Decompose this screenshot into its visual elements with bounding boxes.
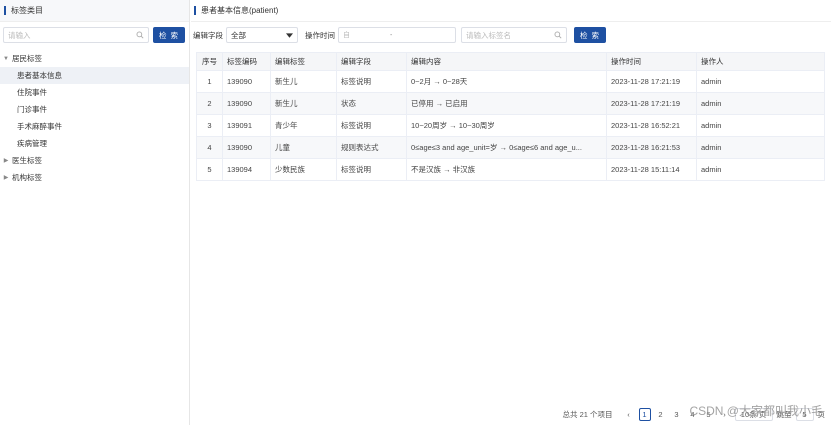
cell-index: 3: [196, 114, 223, 137]
search-icon: [554, 31, 562, 39]
cell-operator: admin: [696, 136, 825, 159]
table-row: 5 139094 少数民族 标签说明 不是汉族 → 非汉族 2023-11-28…: [196, 158, 825, 181]
prev-page-button[interactable]: ‹: [623, 408, 635, 421]
col-field: 编辑字段: [336, 52, 407, 71]
time-range-picker[interactable]: 自 -: [338, 27, 456, 43]
category-search: 请输入 检 索: [0, 22, 189, 48]
table-row: 4 139090 儿童 规则表达式 0≤age≤3 and age_unit=岁…: [196, 136, 825, 159]
category-panel-title: 标签类目: [11, 6, 43, 15]
page-3[interactable]: 3: [671, 408, 683, 421]
cell-operator: admin: [696, 92, 825, 115]
cell-time: 2023-11-28 17:21:19: [606, 70, 697, 93]
tree-item-outpatient[interactable]: 门诊事件: [0, 101, 189, 118]
cell-operator: admin: [696, 70, 825, 93]
col-operator: 操作人: [696, 52, 825, 71]
cell-content: 10~20周岁 → 10~30周岁: [406, 114, 607, 137]
pagination-total: 总共 21 个项目: [562, 410, 613, 419]
time-filter-label: 操作时间: [305, 30, 335, 40]
chevron-down-icon: [286, 32, 293, 38]
table-header-row: 序号 标签编码 编辑标签 编辑字段 编辑内容 操作时间 操作人: [196, 52, 825, 71]
category-search-input[interactable]: 请输入: [3, 27, 149, 43]
cell-tag: 新生儿: [270, 92, 337, 115]
cell-field: 规则表达式: [336, 136, 407, 159]
page-1[interactable]: 1: [638, 408, 651, 421]
table-row: 3 139091 青少年 标签说明 10~20周岁 → 10~30周岁 2023…: [196, 114, 825, 137]
history-panel: 患者基本信息(patient) 编辑字段 全部 操作时间 自 - 请输入标签名 …: [191, 0, 831, 425]
time-range-separator: -: [390, 31, 393, 39]
cell-tag: 少数民族: [270, 158, 337, 181]
history-table: 序号 标签编码 编辑标签 编辑字段 编辑内容 操作时间 操作人 1 139090…: [196, 52, 825, 181]
col-content: 编辑内容: [406, 52, 607, 71]
cell-index: 2: [196, 92, 223, 115]
tree-node-label: 居民标签: [12, 54, 42, 63]
col-tag: 编辑标签: [270, 52, 337, 71]
caret-right-icon: ▶: [3, 158, 9, 164]
cell-code: 139090: [222, 136, 271, 159]
cell-content: 已停用 → 已启用: [406, 92, 607, 115]
tree-node-doctor[interactable]: ▶ 医生标签: [0, 152, 189, 169]
cell-index: 4: [196, 136, 223, 159]
col-index: 序号: [196, 52, 223, 71]
field-select[interactable]: 全部: [226, 27, 298, 43]
cell-index: 5: [196, 158, 223, 181]
cell-content: 不是汉族 → 非汉族: [406, 158, 607, 181]
cell-operator: admin: [696, 158, 825, 181]
cell-content: 0≤age≤3 and age_unit=岁 → 0≤age≤6 and age…: [406, 136, 607, 159]
tree-node-label: 医生标签: [12, 156, 42, 165]
history-panel-title: 患者基本信息(patient): [201, 6, 279, 15]
table-row: 2 139090 新生儿 状态 已停用 → 已启用 2023-11-28 17:…: [196, 92, 825, 115]
title-accent-bar: [194, 6, 196, 15]
cell-time: 2023-11-28 17:21:19: [606, 92, 697, 115]
history-panel-header: 患者基本信息(patient): [191, 0, 831, 22]
category-search-button[interactable]: 检 索: [153, 27, 185, 43]
cell-field: 状态: [336, 92, 407, 115]
tree-item-inpatient[interactable]: 住院事件: [0, 84, 189, 101]
search-icon: [136, 31, 144, 39]
cell-field: 标签说明: [336, 158, 407, 181]
category-tree: ▼ 居民标签 患者基本信息 住院事件 门诊事件 手术麻醉事件 疾病管理 ▶ 医生…: [0, 48, 189, 186]
tree-node-institution[interactable]: ▶ 机构标签: [0, 169, 189, 186]
cell-field: 标签说明: [336, 114, 407, 137]
cell-tag: 青少年: [270, 114, 337, 137]
filter-bar: 编辑字段 全部 操作时间 自 - 请输入标签名 检 索: [191, 22, 831, 48]
title-accent-bar: [4, 6, 6, 15]
history-search-button[interactable]: 检 索: [574, 27, 606, 43]
cell-code: 139090: [222, 70, 271, 93]
cell-index: 1: [196, 70, 223, 93]
watermark: CSDN @大家都叫我小毛: [689, 404, 823, 418]
keyword-input[interactable]: 请输入标签名: [461, 27, 567, 43]
page-2[interactable]: 2: [655, 408, 667, 421]
category-search-placeholder: 请输入: [8, 30, 31, 40]
cell-time: 2023-11-28 16:21:53: [606, 136, 697, 159]
tree-node-resident[interactable]: ▼ 居民标签: [0, 50, 189, 67]
category-panel: 标签类目 请输入 检 索 ▼ 居民标签 患者基本信息 住院事件 门诊事件 手术麻…: [0, 0, 190, 425]
table-row: 1 139090 新生儿 标签说明 0~2月 → 0~28天 2023-11-2…: [196, 70, 825, 93]
tree-item-disease[interactable]: 疾病管理: [0, 135, 189, 152]
cell-code: 139091: [222, 114, 271, 137]
cell-code: 139090: [222, 92, 271, 115]
cell-content: 0~2月 → 0~28天: [406, 70, 607, 93]
col-time: 操作时间: [606, 52, 697, 71]
tree-item-surgery[interactable]: 手术麻醉事件: [0, 118, 189, 135]
tree-node-label: 机构标签: [12, 173, 42, 182]
cell-operator: admin: [696, 114, 825, 137]
cell-time: 2023-11-28 16:52:21: [606, 114, 697, 137]
field-select-value: 全部: [231, 30, 246, 40]
field-filter-label: 编辑字段: [193, 30, 223, 40]
cell-tag: 新生儿: [270, 70, 337, 93]
cell-code: 139094: [222, 158, 271, 181]
cell-tag: 儿童: [270, 136, 337, 159]
caret-down-icon: ▼: [3, 55, 9, 62]
category-panel-header: 标签类目: [0, 0, 189, 22]
time-range-start: 自: [343, 32, 350, 39]
keyword-placeholder: 请输入标签名: [466, 30, 511, 40]
caret-right-icon: ▶: [3, 175, 9, 181]
tree-item-patient-basic[interactable]: 患者基本信息: [0, 67, 189, 84]
cell-time: 2023-11-28 15:11:14: [606, 158, 697, 181]
col-code: 标签编码: [222, 52, 271, 71]
cell-field: 标签说明: [336, 70, 407, 93]
